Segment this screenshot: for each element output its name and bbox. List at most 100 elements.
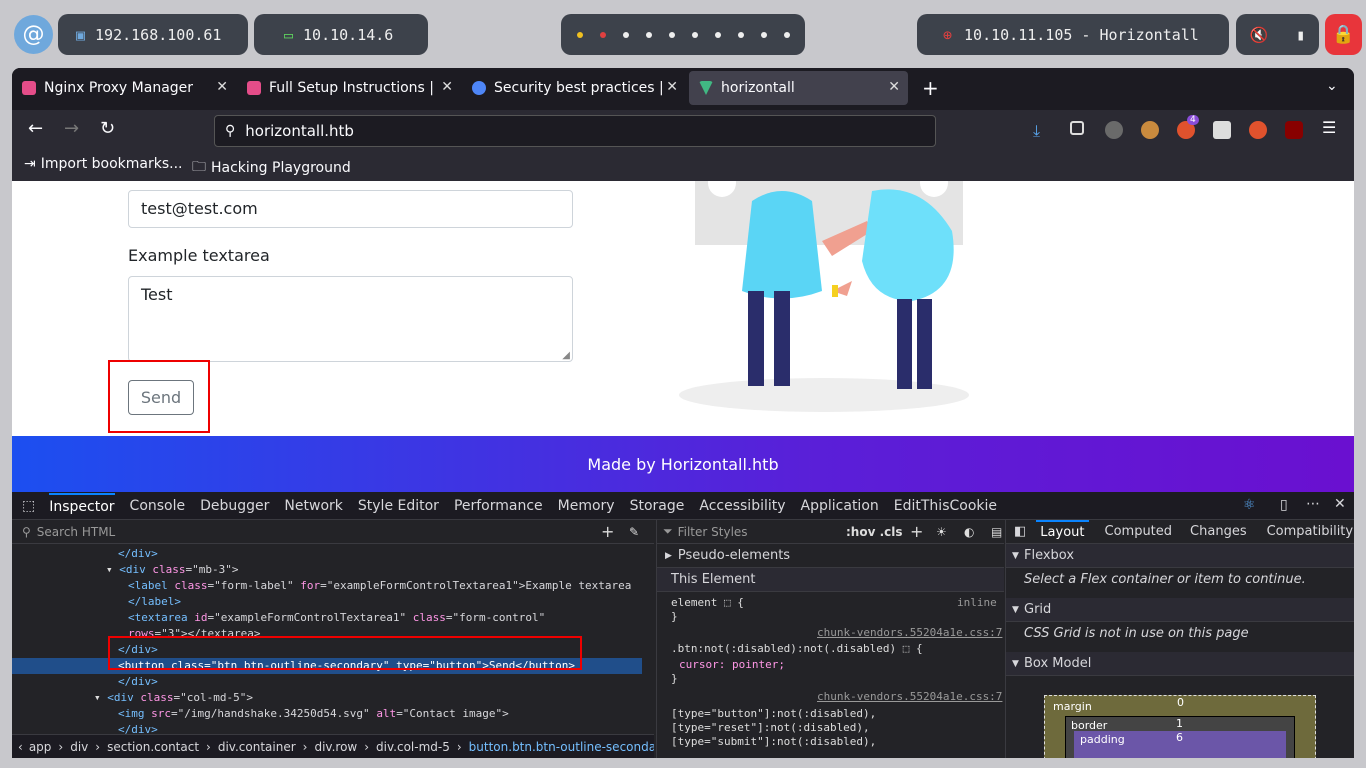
workspace-dot[interactable]	[760, 31, 767, 38]
add-node-icon[interactable]: +	[601, 522, 614, 541]
rule-source-link[interactable]: chunk-vendors.55204a1e.css:7	[817, 626, 1002, 639]
close-icon[interactable]: ✕	[666, 79, 678, 95]
close-devtools-icon[interactable]: ✕	[1334, 496, 1346, 512]
filter-styles[interactable]: ⏷ Filter Styles :hov .cls + ☀ ◐ ▤	[657, 520, 1004, 544]
tab-memory[interactable]: Memory	[558, 498, 615, 514]
markup-line[interactable]: ▾ <div class="mb-3">	[106, 562, 238, 578]
workspace-dot[interactable]	[783, 31, 790, 38]
tab-inspector[interactable]: Inspector	[49, 492, 115, 519]
bookmark-import[interactable]: ⇥ Import bookmarks...	[24, 156, 183, 172]
new-tab-icon[interactable]: +	[922, 76, 939, 100]
flexbox-section[interactable]: ▼ Flexbox	[1006, 544, 1354, 568]
react-icon[interactable]: ⚛	[1243, 497, 1256, 513]
breadcrumb-item[interactable]: div.row	[314, 740, 357, 754]
extensions-icon[interactable]	[1070, 121, 1084, 135]
reload-icon[interactable]: ↻	[100, 118, 115, 139]
markup-line[interactable]: </div>	[118, 546, 158, 562]
workspace-dot[interactable]	[714, 31, 721, 38]
tab-application[interactable]: Application	[801, 498, 879, 514]
ext-robot-icon[interactable]	[1213, 121, 1231, 139]
back-icon[interactable]: ←	[28, 118, 43, 139]
tab-compatibility[interactable]: Compatibility	[1267, 524, 1354, 539]
breadcrumb-item[interactable]: section.contact	[107, 740, 199, 754]
box-margin[interactable]: margin 0 border 1 padding 6	[1044, 695, 1316, 758]
breadcrumb-item-active[interactable]: button.btn.btn-outline-secondary	[469, 740, 654, 754]
ext-spy-icon[interactable]	[1105, 121, 1123, 139]
workspace-dot[interactable]	[576, 31, 583, 38]
close-icon[interactable]: ✕	[888, 79, 900, 95]
tab-editthiscookie[interactable]: EditThisCookie	[894, 498, 997, 514]
tab-performance[interactable]: Performance	[454, 498, 543, 514]
os-logo-icon[interactable]: @	[14, 15, 53, 54]
tab-setup[interactable]: Full Setup Instructions | N ✕	[237, 71, 461, 105]
forward-icon[interactable]: →	[64, 118, 79, 139]
eyedropper-icon[interactable]: ✎	[629, 525, 639, 539]
responsive-icon[interactable]: ▯	[1280, 497, 1288, 513]
tab-style-editor[interactable]: Style Editor	[358, 498, 439, 514]
markup-line-selected[interactable]: <button class="btn btn-outline-secondary…	[12, 658, 642, 674]
rule-selector[interactable]: .btn:not(:disabled):not(.disabled) ⬚ {	[671, 642, 923, 655]
bookmark-folder[interactable]: 🗀 Hacking Playground	[192, 156, 351, 180]
workspace-dot[interactable]	[737, 31, 744, 38]
more-icon[interactable]: ⋯	[1306, 496, 1320, 512]
workspace-dot[interactable]	[668, 31, 675, 38]
pick-element-icon[interactable]: ⬚	[22, 498, 35, 514]
hov-cls-toggle[interactable]: :hov .cls	[846, 525, 903, 539]
breadcrumb-item[interactable]: div.col-md-5	[376, 740, 450, 754]
markup-line[interactable]: <textarea id="exampleFormControlTextarea…	[128, 610, 545, 626]
box-border[interactable]: border 1 padding 6	[1065, 716, 1295, 758]
workspace-dot[interactable]	[691, 31, 698, 38]
dark-theme-icon[interactable]: ◐	[964, 525, 974, 539]
workspace-dot[interactable]	[599, 31, 606, 38]
tab-accessibility[interactable]: Accessibility	[699, 498, 785, 514]
ext-burp-icon[interactable]	[1249, 121, 1267, 139]
markup-line[interactable]: <img src="/img/handshake.34250d54.svg" a…	[118, 706, 509, 722]
tab-changes[interactable]: Changes	[1190, 524, 1247, 539]
resize-handle-icon[interactable]: ◢	[562, 350, 570, 361]
box-padding[interactable]: padding 6	[1074, 731, 1286, 758]
ublock-icon[interactable]	[1285, 121, 1303, 139]
tab-horizontall[interactable]: horizontall ✕	[689, 71, 908, 105]
menu-icon[interactable]: ☰	[1322, 118, 1336, 137]
markup-line[interactable]: rows="3"></textarea>	[128, 626, 260, 642]
url-bar[interactable]: ⚲ horizontall.htb	[214, 115, 936, 147]
breadcrumb-item[interactable]: div	[70, 740, 88, 754]
battery-icon[interactable]: ▮	[1296, 26, 1305, 44]
workspace-dot[interactable]	[622, 31, 629, 38]
lock-icon[interactable]: 🔒	[1325, 14, 1362, 55]
tab-network[interactable]: Network	[284, 498, 342, 514]
tab-nginx[interactable]: Nginx Proxy Manager ✕	[12, 71, 236, 105]
rule-selector[interactable]: element ⬚ {	[671, 596, 744, 609]
workspaces[interactable]	[561, 14, 805, 55]
tab-console[interactable]: Console	[130, 498, 186, 514]
search-html[interactable]: ⚲ Search HTML + ✎	[12, 520, 654, 544]
tray-widget[interactable]: 🔇 ▮	[1236, 14, 1319, 55]
markup-line[interactable]: ▾ <div class="col-md-5">	[94, 690, 253, 706]
add-rule-icon[interactable]: +	[910, 522, 923, 541]
ext-cookie-icon[interactable]	[1141, 121, 1159, 139]
send-button[interactable]: Send	[128, 380, 194, 415]
grid-section[interactable]: ▼ Grid	[1006, 598, 1354, 622]
rule-source-link[interactable]: chunk-vendors.55204a1e.css:7	[817, 690, 1002, 703]
light-theme-icon[interactable]: ☀	[936, 525, 947, 539]
download-icon[interactable]: ⤓	[1033, 121, 1051, 140]
markup-line[interactable]: <label class="form-label" for="exampleFo…	[128, 578, 631, 594]
breadcrumb-item[interactable]: div.container	[218, 740, 296, 754]
tab-storage[interactable]: Storage	[630, 498, 685, 514]
pseudo-elements-toggle[interactable]: ▶ Pseudo-elements	[657, 544, 1004, 568]
box-model-section[interactable]: ▼ Box Model	[1006, 652, 1354, 676]
rule-declaration[interactable]: cursor: pointer;	[679, 658, 785, 671]
rule-selector[interactable]: [type="submit"]:not(:disabled),	[671, 735, 876, 748]
rule-selector[interactable]: [type="reset"]:not(:disabled),	[671, 721, 870, 734]
print-icon[interactable]: ▤	[991, 525, 1002, 539]
markup-line[interactable]: </div>	[118, 674, 158, 690]
chevron-left-icon[interactable]: ‹	[18, 740, 23, 754]
markup-line[interactable]: </div>	[118, 642, 158, 658]
breadcrumb-item[interactable]: app	[29, 740, 52, 754]
workspace-dot[interactable]	[645, 31, 652, 38]
rule-selector[interactable]: [type="button"]:not(:disabled),	[671, 707, 876, 720]
tab-debugger[interactable]: Debugger	[200, 498, 269, 514]
tab-security[interactable]: Security best practices | ✕	[462, 71, 686, 105]
tab-layout[interactable]: Layout	[1036, 520, 1089, 543]
close-icon[interactable]: ✕	[216, 79, 228, 95]
